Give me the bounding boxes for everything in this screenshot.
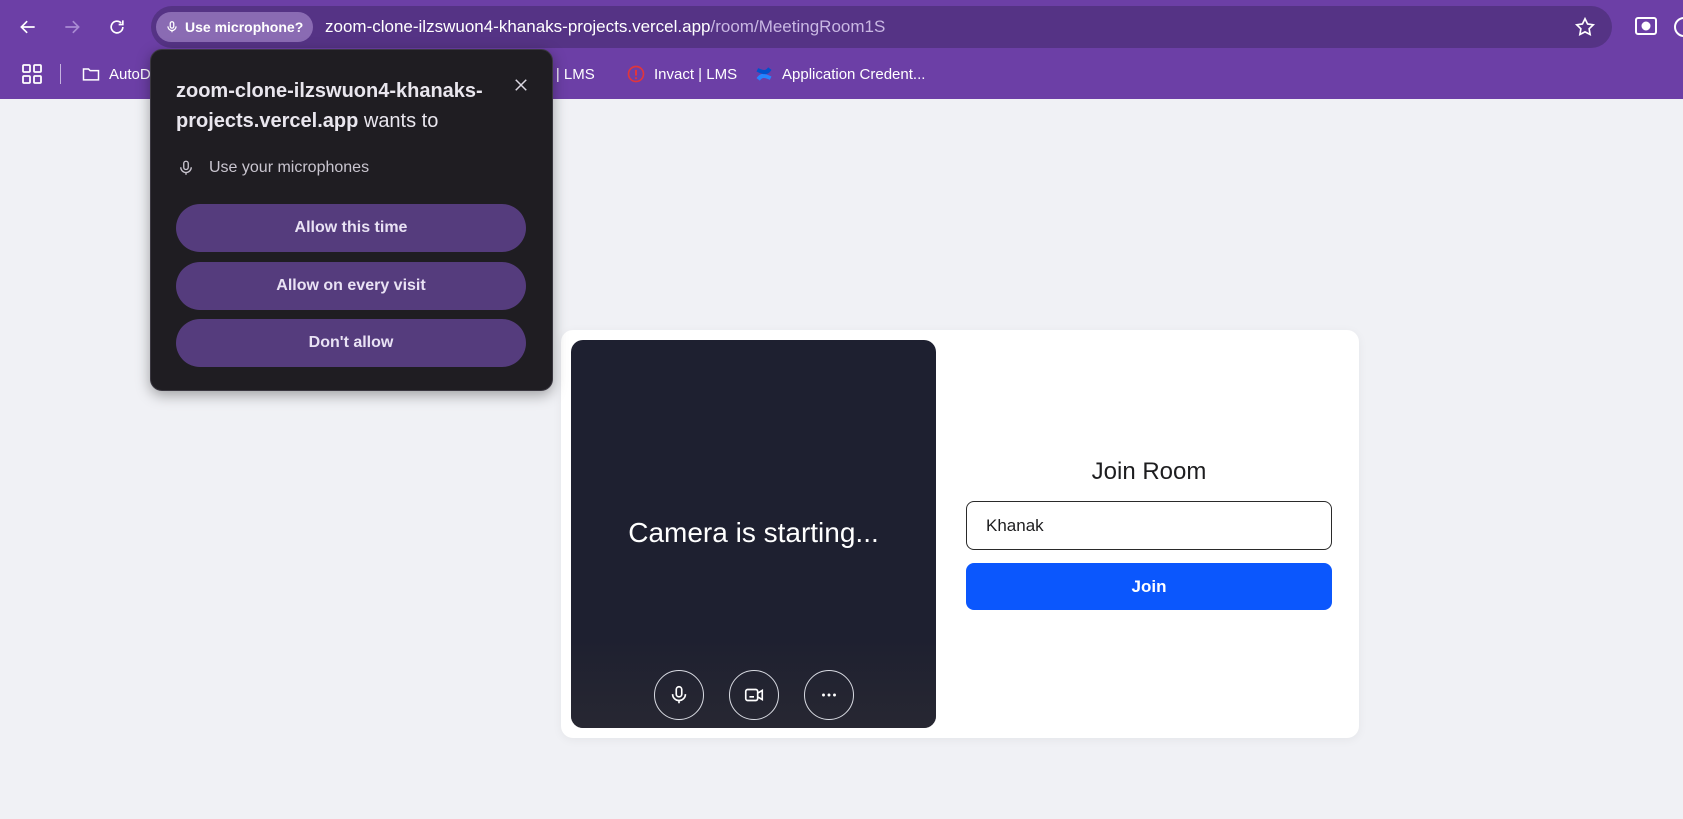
name-input[interactable] xyxy=(966,501,1332,550)
microphone-icon xyxy=(167,21,177,33)
join-room-title: Join Room xyxy=(1091,458,1207,485)
bookmark-label: AutoD xyxy=(109,65,151,83)
bookmark-invact-lms[interactable]: Invact | LMS xyxy=(626,63,737,85)
mic-toggle-button[interactable] xyxy=(654,670,704,720)
reload-button[interactable] xyxy=(98,8,136,46)
bookmark-autod[interactable]: AutoD xyxy=(81,63,151,85)
microphone-icon xyxy=(671,685,687,704)
permission-label: Use your microphones xyxy=(209,159,370,176)
bookmark-star-icon[interactable] xyxy=(1574,16,1596,38)
permission-row: Use your microphones xyxy=(177,159,369,177)
microphone-icon xyxy=(180,160,192,175)
more-options-button[interactable] xyxy=(804,670,854,720)
apps-grid-icon[interactable] xyxy=(20,62,44,86)
camera-preview: Camera is starting... xyxy=(571,340,936,728)
dont-allow-button[interactable]: Don't allow xyxy=(176,319,526,367)
arrow-left-icon xyxy=(20,20,35,34)
address-bar[interactable]: Use microphone? zoom-clone-ilzswuon4-kha… xyxy=(151,6,1612,48)
permission-popup: zoom-clone-ilzswuon4-khanaks-projects.ve… xyxy=(150,49,553,391)
camera-status: Camera is starting... xyxy=(628,517,879,548)
confluence-logo-icon xyxy=(756,67,772,81)
back-button[interactable] xyxy=(9,8,47,46)
popup-suffix: wants to xyxy=(358,110,439,132)
profile-icon[interactable] xyxy=(1672,15,1683,39)
url-text[interactable]: zoom-clone-ilzswuon4-khanaks-projects.ve… xyxy=(325,17,885,37)
bookmarks-divider xyxy=(60,64,61,84)
join-button[interactable]: Join xyxy=(966,563,1332,610)
camera-toggle-button[interactable] xyxy=(729,670,779,720)
close-icon[interactable] xyxy=(512,76,530,94)
bookmark-label: Application Credent... xyxy=(782,65,926,83)
bookmark-application-credentials[interactable]: Application Credent... xyxy=(754,63,925,85)
forward-button[interactable] xyxy=(53,8,91,46)
bookmark-label: Invact | LMS xyxy=(654,65,738,83)
permission-chip-label: Use microphone? xyxy=(185,19,304,35)
url-host: zoom-clone-ilzswuon4-khanaks-projects.ve… xyxy=(325,17,711,36)
reload-icon xyxy=(110,20,124,34)
video-camera-icon xyxy=(744,688,764,702)
url-path: /room/MeetingRoom1S xyxy=(710,17,886,36)
screen-record-icon[interactable] xyxy=(1634,15,1658,37)
allow-every-visit-button[interactable]: Allow on every visit xyxy=(176,262,526,310)
folder-icon xyxy=(82,68,100,81)
join-card: Camera is starting... Join Room Join xyxy=(561,330,1359,738)
invact-logo-icon xyxy=(627,65,645,83)
permission-chip[interactable]: Use microphone? xyxy=(156,12,314,42)
popup-title: zoom-clone-ilzswuon4-khanaks-projects.ve… xyxy=(176,76,496,136)
more-horizontal-icon xyxy=(822,693,836,697)
allow-this-time-button[interactable]: Allow this time xyxy=(176,204,526,252)
arrow-right-icon xyxy=(65,20,80,34)
